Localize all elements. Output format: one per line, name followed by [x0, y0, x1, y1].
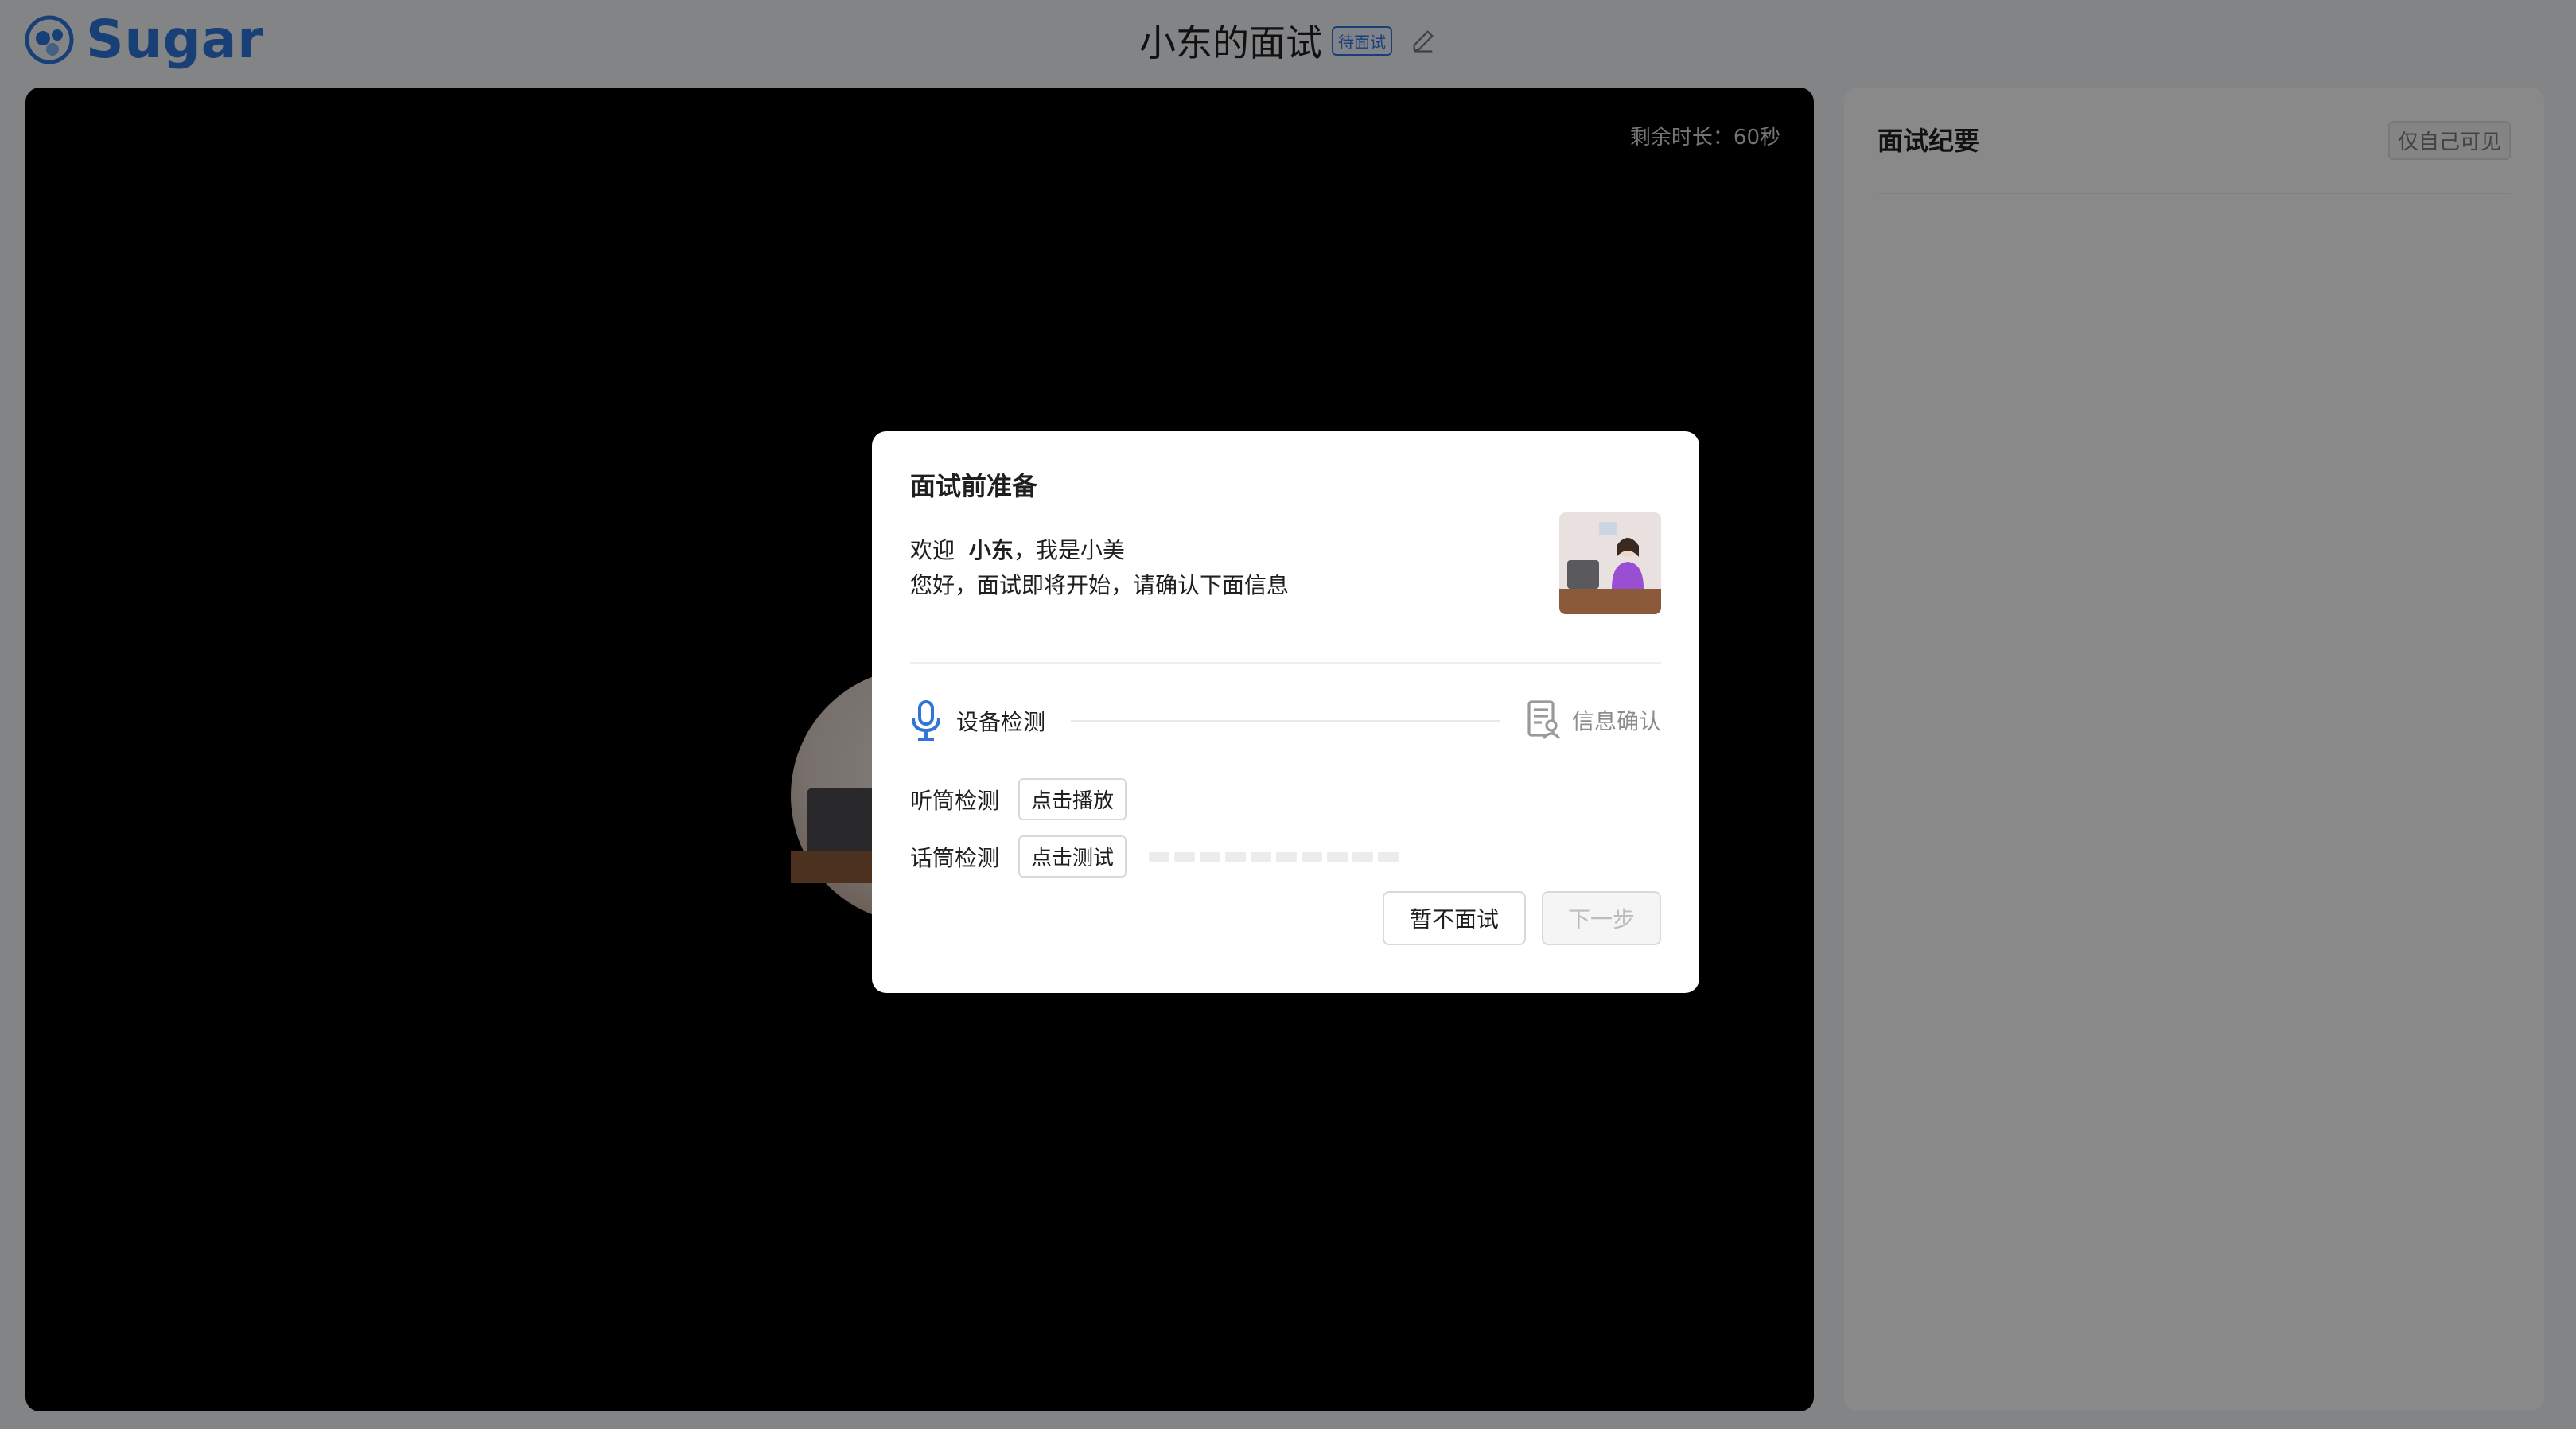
speaker-check-label: 听筒检测: [910, 787, 1000, 814]
mic-level-segment: [1251, 851, 1272, 862]
step-connector: [1071, 720, 1500, 722]
play-sound-button[interactable]: 点击播放: [1018, 778, 1127, 820]
mic-level-segment: [1225, 851, 1247, 862]
modal-divider: [910, 662, 1661, 664]
speaker-check-row: 听筒检测 点击播放: [910, 778, 1127, 820]
pre-interview-modal: 面试前准备 欢迎 小东，我是小美 您好，面试即将开始，请确认下面信息 设备检测: [872, 431, 1699, 993]
mic-check-label: 话筒检测: [910, 844, 1000, 871]
document-person-icon: [1527, 700, 1561, 740]
next-step-button[interactable]: 下一步: [1542, 891, 1661, 945]
step-info-confirm-label: 信息确认: [1571, 708, 1661, 734]
microphone-icon: [912, 700, 940, 741]
interviewer-photo: [1559, 512, 1661, 614]
mic-level-segment: [1276, 851, 1298, 862]
mic-level-segment: [1149, 851, 1170, 862]
mic-level-segment: [1352, 851, 1374, 862]
intro-text: 您好，面试即将开始，请确认下面信息: [910, 572, 1290, 598]
mic-check-row: 话筒检测 点击测试: [910, 835, 1399, 878]
mic-level-segment: [1302, 851, 1323, 862]
step-device-check-label: 设备检测: [956, 709, 1046, 735]
welcome-text: 欢迎 小东，我是小美: [910, 537, 1125, 563]
mic-level-segment: [1174, 851, 1196, 862]
mic-level-meter: [1149, 851, 1399, 862]
candidate-name: 小东: [968, 537, 1014, 563]
mic-level-segment: [1200, 851, 1221, 862]
step-device-check: 设备检测: [910, 700, 1045, 742]
mic-level-segment: [1378, 851, 1399, 862]
modal-title: 面试前准备: [910, 471, 1038, 501]
test-mic-button[interactable]: 点击测试: [1018, 835, 1127, 878]
step-info-confirm: 信息确认: [1526, 700, 1661, 740]
mic-level-segment: [1327, 851, 1348, 862]
skip-interview-button[interactable]: 暂不面试: [1383, 891, 1526, 945]
